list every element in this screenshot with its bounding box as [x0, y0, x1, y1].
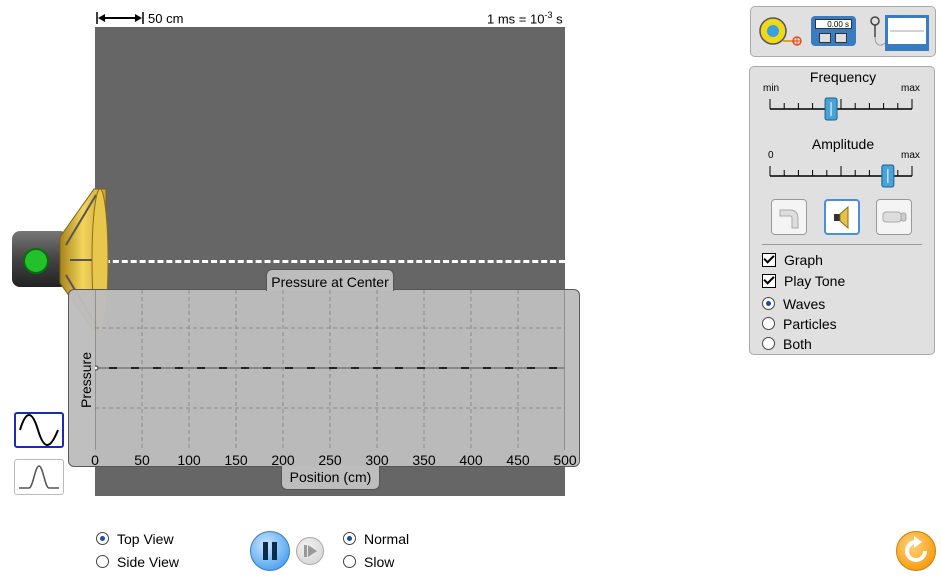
position-tick-label: 50 — [134, 452, 150, 468]
tube-source-button[interactable] — [876, 199, 912, 235]
pressure-probe-chart-icon[interactable] — [865, 11, 931, 53]
position-tick-label: 100 — [177, 452, 201, 468]
pause-icon — [263, 542, 277, 560]
radio-button[interactable] — [762, 297, 775, 310]
tools-panel: 0.00 s — [750, 6, 936, 57]
checkbox-icon[interactable] — [762, 274, 776, 288]
position-tick-label: 150 — [224, 452, 248, 468]
sinusoid-wave-button[interactable] — [14, 412, 64, 448]
pulse-wave-button[interactable] — [14, 459, 64, 495]
radio-normal[interactable]: Normal — [343, 530, 409, 548]
step-forward-button[interactable] — [296, 537, 324, 565]
control-panel: Frequency min max Amplitude 0 max Graph P… — [749, 66, 935, 355]
radio-label: Normal — [364, 531, 410, 547]
radio-slow[interactable]: Slow — [343, 553, 394, 571]
position-tick-label: 0 — [91, 452, 99, 468]
radio-top-view[interactable]: Top View — [96, 530, 174, 548]
radio-button[interactable] — [762, 317, 775, 330]
pressure-graph-plot — [95, 290, 565, 450]
checkbox-label: Graph — [784, 252, 823, 268]
panel-divider — [762, 244, 922, 245]
reset-icon — [905, 536, 927, 562]
radio-button[interactable] — [343, 532, 356, 545]
radio-button[interactable] — [343, 555, 356, 568]
radio-waves[interactable]: Waves — [762, 295, 825, 313]
radio-button[interactable] — [96, 555, 109, 568]
radio-particles[interactable]: Particles — [762, 315, 837, 333]
pipe-source-button[interactable] — [771, 199, 807, 235]
play-pause-button[interactable] — [250, 531, 290, 571]
radio-side-view[interactable]: Side View — [96, 553, 179, 571]
time-scale-label: 1 ms = 10-3 s — [487, 10, 563, 27]
position-tick-label: 500 — [553, 452, 577, 468]
radio-label: Particles — [783, 316, 837, 332]
position-axis-label: Position (cm) — [281, 466, 380, 490]
speaker-small-icon — [834, 205, 849, 230]
position-tick-label: 450 — [506, 452, 530, 468]
checkbox-label: Play Tone — [784, 273, 846, 289]
pressure-axis-label: Pressure — [78, 351, 94, 409]
pressure-graph-title: Pressure at Center — [266, 269, 394, 291]
stopwatch-reset-icon — [819, 33, 831, 43]
measuring-tape-icon[interactable] — [757, 15, 803, 49]
stopwatch-play-icon — [835, 33, 847, 43]
length-scale-label: 50 cm — [148, 11, 184, 26]
radio-button[interactable] — [762, 337, 775, 350]
position-tick-label: 350 — [412, 452, 436, 468]
pulse-wave-icon — [19, 465, 59, 489]
radio-label: Top View — [117, 531, 174, 547]
radio-label: Waves — [783, 296, 826, 312]
amplitude-slider[interactable] — [766, 160, 916, 190]
reset-all-button[interactable] — [896, 531, 936, 571]
radio-label: Both — [783, 336, 812, 352]
pipe-icon — [779, 209, 799, 229]
stopwatch-reading: 0.00 s — [815, 19, 852, 29]
radio-label: Side View — [117, 554, 180, 570]
frequency-slider[interactable] — [766, 93, 916, 123]
center-dashed-line — [95, 260, 565, 263]
checkbox-play-tone[interactable]: Play Tone — [762, 272, 845, 290]
tube-icon — [882, 211, 907, 223]
position-tick-label: 400 — [459, 452, 483, 468]
stopwatch-icon[interactable]: 0.00 s — [811, 16, 856, 46]
length-scale-bar — [96, 12, 144, 24]
radio-button[interactable] — [96, 532, 109, 545]
radio-label: Slow — [364, 554, 395, 570]
step-icon — [304, 545, 317, 557]
speaker-source-button[interactable] — [824, 199, 860, 235]
radio-both[interactable]: Both — [762, 335, 812, 353]
checkbox-graph[interactable]: Graph — [762, 251, 823, 269]
sine-wave-icon — [19, 414, 59, 446]
checkbox-icon[interactable] — [762, 253, 776, 267]
